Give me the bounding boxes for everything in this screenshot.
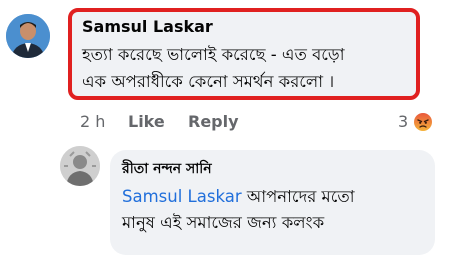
profile-photo: [60, 146, 100, 186]
reply-text-line: মানুষ এই সমাজের জন্য কলংক: [122, 213, 325, 232]
reply-text-line: Samsul Laskar আপনাদের মতো: [122, 184, 423, 210]
comment-bubble: Samsul Laskar হত্যা করেছে ভালোই করেছে - …: [68, 8, 420, 100]
reply-bubble: রীতা নন্দন সানি Samsul Laskar আপনাদের মত…: [110, 150, 435, 255]
reply-button[interactable]: Reply: [188, 111, 239, 133]
comment-author-name[interactable]: Samsul Laskar: [82, 18, 404, 36]
reply-author-name[interactable]: রীতা নন্দন সানি: [122, 160, 423, 178]
reply-avatar[interactable]: [60, 146, 100, 186]
reply-text-fragment: আপনাদের মতো: [241, 187, 355, 206]
reaction-count[interactable]: 3: [398, 111, 408, 133]
reply-text: Samsul Laskar আপনাদের মতো মানুষ এই সমাজে…: [122, 184, 423, 236]
angry-reaction-icon[interactable]: [413, 112, 433, 132]
profile-photo: [6, 14, 50, 58]
comment-text-line: এক অপরাধীকে কেনো সমর্থন করলো ।: [82, 72, 335, 91]
commenter-avatar[interactable]: [6, 14, 50, 58]
like-button[interactable]: Like: [128, 111, 165, 133]
comment-timestamp[interactable]: 2 h: [80, 111, 105, 133]
comment-text-line: হত্যা করেছে ভালোই করেছে - এত বড়ো: [82, 45, 345, 64]
comment-text: হত্যা করেছে ভালোই করেছে - এত বড়ো এক অপর…: [82, 41, 404, 95]
mention-link[interactable]: Samsul Laskar: [122, 187, 242, 206]
